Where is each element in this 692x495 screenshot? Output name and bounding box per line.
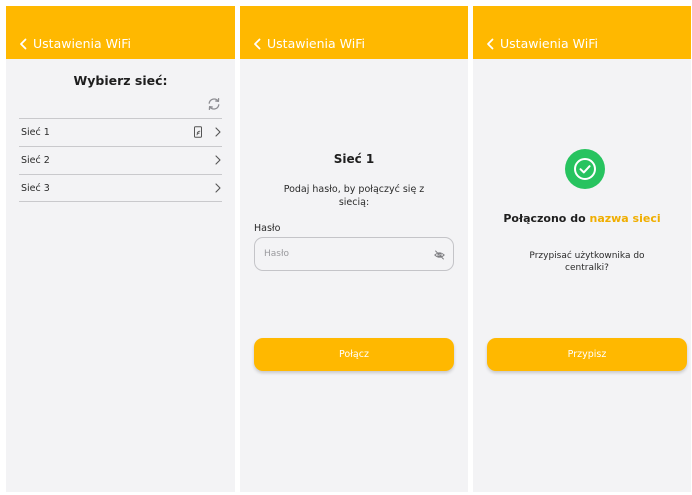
assign-button[interactable]: Przypisz bbox=[487, 338, 687, 371]
refresh-icon[interactable] bbox=[207, 97, 221, 111]
app-header: Ustawienia WiFi bbox=[473, 6, 691, 59]
connected-screen: Ustawienia WiFi Połączono do nazwa sieci… bbox=[473, 6, 691, 492]
connection-status: Połączono do nazwa sieci bbox=[473, 212, 691, 225]
status-prefix: Połączono do bbox=[503, 212, 586, 225]
check-circle-icon bbox=[565, 149, 605, 189]
network-label: Sieć 1 bbox=[21, 127, 50, 138]
header-title: Ustawienia WiFi bbox=[500, 36, 598, 51]
password-screen: Ustawienia WiFi Sieć 1 Podaj hasło, by p… bbox=[240, 6, 468, 492]
chevron-left-icon bbox=[487, 38, 494, 50]
header-title: Ustawienia WiFi bbox=[33, 36, 131, 51]
network-label: Sieć 2 bbox=[21, 155, 50, 166]
wifi-device-icon bbox=[194, 126, 202, 138]
chevron-right-icon bbox=[215, 127, 221, 137]
back-button[interactable]: Ustawienia WiFi bbox=[486, 36, 598, 52]
eye-off-icon[interactable] bbox=[434, 250, 445, 260]
network-name-title: Sieć 1 bbox=[333, 152, 375, 166]
password-placeholder: Hasło bbox=[264, 249, 290, 259]
app-header: Ustawienia WiFi bbox=[240, 6, 468, 59]
network-list-screen: Ustawienia WiFi Wybierz sieć: Sieć 1 Sie… bbox=[6, 6, 235, 492]
assign-question: Przypisać użytkownika do centralki? bbox=[529, 251, 645, 273]
page-title: Wybierz sieć: bbox=[73, 73, 168, 88]
password-label: Hasło bbox=[254, 223, 281, 234]
network-item-3[interactable]: Sieć 3 bbox=[19, 174, 222, 202]
back-button[interactable]: Ustawienia WiFi bbox=[253, 36, 365, 52]
header-title: Ustawienia WiFi bbox=[267, 36, 365, 51]
back-button[interactable]: Ustawienia WiFi bbox=[19, 36, 131, 52]
app-header: Ustawienia WiFi bbox=[6, 6, 235, 59]
network-item-2[interactable]: Sieć 2 bbox=[19, 146, 222, 174]
connected-network-name: nazwa sieci bbox=[589, 212, 661, 225]
network-label: Sieć 3 bbox=[21, 183, 50, 194]
chevron-right-icon bbox=[215, 155, 221, 165]
connect-button[interactable]: Połącz bbox=[254, 338, 454, 371]
password-instruction: Podaj hasło, by połączyć się z siecią: bbox=[283, 184, 425, 208]
chevron-left-icon bbox=[20, 38, 27, 50]
network-list: Sieć 1 Sieć 2 Sieć 3 bbox=[19, 118, 222, 202]
password-input[interactable]: Hasło bbox=[254, 237, 454, 271]
network-item-1[interactable]: Sieć 1 bbox=[19, 118, 222, 146]
chevron-right-icon bbox=[215, 183, 221, 193]
chevron-left-icon bbox=[254, 38, 261, 50]
